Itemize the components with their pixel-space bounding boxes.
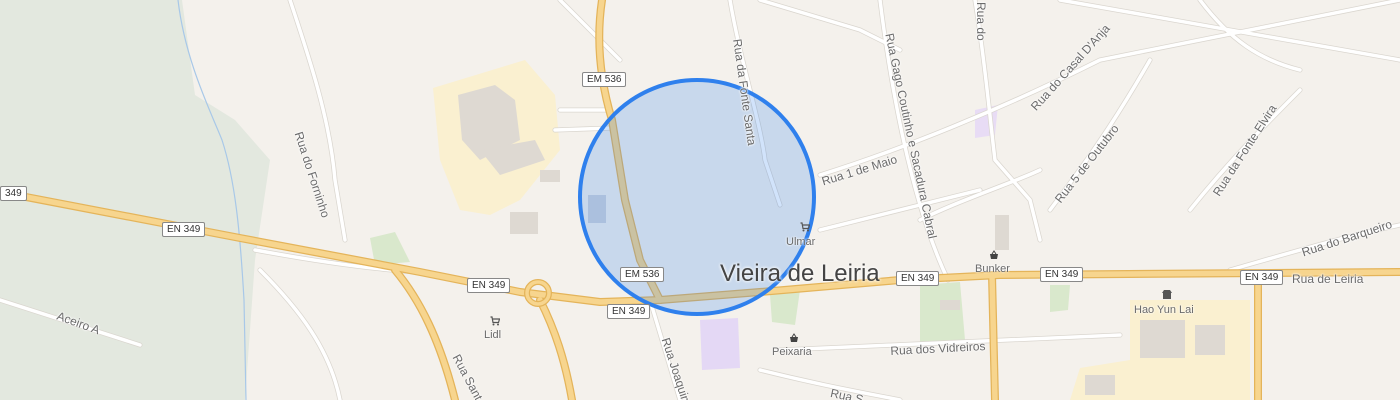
park-area (1050, 285, 1070, 312)
route-shield-en349: 349 (0, 186, 27, 201)
shopping-cart-icon[interactable] (490, 316, 500, 326)
route-shield-en349: EN 349 (1040, 267, 1084, 282)
route-shield-en349: EN 349 (467, 278, 511, 293)
poi-label-bunker[interactable]: Bunker (975, 263, 1010, 275)
building-block (1195, 325, 1225, 355)
route-shield-en349: EN 349 (1240, 270, 1284, 285)
building-block (1085, 375, 1115, 395)
street-label: Rua do (974, 2, 988, 41)
shopping-basket-icon[interactable] (789, 333, 799, 343)
building-block (540, 170, 560, 182)
route-shield-en349: EN 349 (896, 271, 940, 286)
park-area (920, 282, 965, 343)
building-block (510, 212, 538, 234)
street-label: Rua de Leiria (1292, 272, 1364, 286)
school-area (700, 318, 740, 370)
shopping-basket-icon[interactable] (989, 250, 999, 260)
poi-label-lidl[interactable]: Lidl (484, 329, 501, 341)
route-shield-em536: EM 536 (582, 72, 627, 87)
poi-label-peixaria[interactable]: Peixaria (772, 346, 812, 358)
building-block (995, 215, 1009, 250)
shop-icon[interactable] (1162, 290, 1172, 300)
park-area (770, 290, 800, 325)
route-shield-em536: EM 536 (620, 267, 665, 282)
poi-label-ulmar[interactable]: Ulmar (786, 236, 815, 248)
route-shield-en349: EN 349 (162, 222, 206, 237)
map-canvas[interactable]: 349 EM 536 EN 349 EN 349 EN 349 EM 536 E… (0, 0, 1400, 400)
building-block (940, 300, 960, 310)
city-label: Vieira de Leiria (720, 260, 880, 287)
poi-label-hao-yun-lai[interactable]: Hao Yun Lai (1134, 304, 1194, 316)
shopping-cart-icon[interactable] (800, 222, 810, 232)
route-shield-en349: EN 349 (607, 304, 651, 319)
building-block (1140, 320, 1185, 358)
